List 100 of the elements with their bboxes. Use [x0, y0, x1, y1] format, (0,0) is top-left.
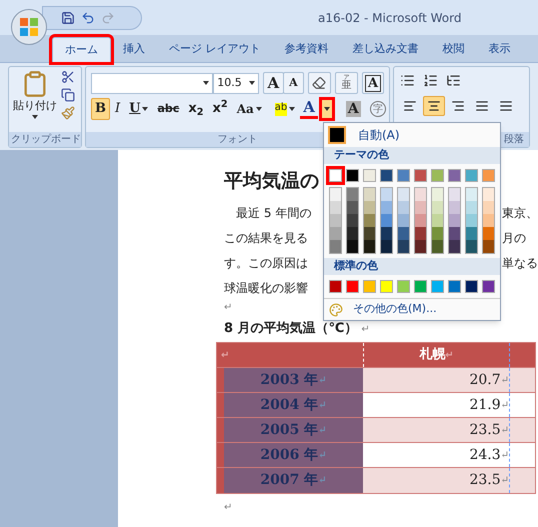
color-swatch[interactable] — [483, 227, 494, 240]
color-swatch[interactable] — [415, 188, 426, 201]
color-swatch[interactable] — [449, 214, 460, 227]
color-swatch[interactable] — [330, 201, 341, 214]
ribbon-tab[interactable]: 校閲 — [430, 37, 476, 62]
color-swatch[interactable] — [398, 188, 409, 201]
ribbon-tab[interactable]: 参考資料 — [272, 37, 340, 62]
undo-icon[interactable] — [81, 10, 95, 24]
paste-button[interactable]: 貼り付け — [9, 67, 61, 132]
clear-formatting-button[interactable] — [308, 72, 331, 94]
ribbon-tab[interactable]: ページ レイアウト — [157, 37, 272, 62]
color-swatch[interactable] — [432, 201, 443, 214]
numbered-list-icon[interactable] — [423, 73, 438, 88]
color-swatch[interactable] — [483, 214, 494, 227]
color-swatch[interactable] — [330, 227, 341, 240]
color-swatch[interactable] — [398, 227, 409, 240]
color-swatch[interactable] — [448, 280, 461, 293]
color-swatch[interactable] — [346, 280, 359, 293]
character-shading-button[interactable]: A — [342, 98, 365, 120]
color-swatch[interactable] — [347, 214, 358, 227]
font-size-field[interactable]: 10.5 — [213, 72, 259, 94]
color-swatch[interactable] — [347, 240, 358, 253]
more-colors-item[interactable]: その他の色(M)... — [324, 298, 500, 320]
color-swatch[interactable] — [347, 227, 358, 240]
color-swatch[interactable] — [483, 240, 494, 253]
color-swatch[interactable] — [363, 169, 376, 182]
color-swatch[interactable] — [381, 240, 392, 253]
color-swatch[interactable] — [398, 201, 409, 214]
color-swatch[interactable] — [415, 240, 426, 253]
color-swatch[interactable] — [363, 280, 376, 293]
color-swatch[interactable] — [466, 201, 477, 214]
save-icon[interactable] — [61, 10, 75, 24]
font-name-field[interactable] — [91, 72, 214, 94]
color-swatch[interactable] — [432, 227, 443, 240]
color-swatch[interactable] — [330, 188, 341, 201]
cut-icon[interactable] — [61, 70, 75, 84]
color-swatch[interactable] — [380, 280, 393, 293]
bold-button[interactable]: B — [91, 98, 110, 120]
copy-icon[interactable] — [61, 88, 75, 102]
superscript-button[interactable]: x$^{2}$ — [208, 98, 232, 120]
color-swatch[interactable] — [415, 214, 426, 227]
color-swatch[interactable] — [329, 280, 342, 293]
color-swatch[interactable] — [466, 240, 477, 253]
color-swatch[interactable] — [449, 188, 460, 201]
color-swatch[interactable] — [347, 201, 358, 214]
color-swatch[interactable] — [432, 214, 443, 227]
color-swatch[interactable] — [449, 240, 460, 253]
subscript-button[interactable]: x$_{2}$ — [184, 98, 208, 120]
color-swatch[interactable] — [482, 169, 495, 182]
color-swatch[interactable] — [448, 169, 461, 182]
ribbon-tab[interactable]: 挿入 — [111, 37, 157, 62]
color-swatch[interactable] — [414, 280, 427, 293]
font-color-button[interactable]: A — [300, 98, 335, 120]
color-swatch[interactable] — [483, 201, 494, 214]
color-swatch[interactable] — [482, 280, 495, 293]
align-button[interactable] — [423, 96, 445, 116]
color-swatch[interactable] — [465, 280, 478, 293]
color-swatch[interactable] — [465, 169, 478, 182]
color-swatch[interactable] — [398, 240, 409, 253]
color-swatch[interactable] — [381, 201, 392, 214]
color-swatch[interactable] — [449, 201, 460, 214]
ribbon-tab[interactable]: 差し込み文書 — [340, 37, 430, 62]
color-swatch[interactable] — [329, 169, 342, 182]
color-swatch[interactable] — [364, 214, 375, 227]
color-swatch[interactable] — [347, 188, 358, 201]
ribbon-tab[interactable]: 表示 — [476, 37, 522, 62]
color-swatch[interactable] — [432, 240, 443, 253]
color-swatch[interactable] — [466, 188, 477, 201]
redo-icon[interactable] — [101, 10, 115, 24]
color-swatch[interactable] — [415, 201, 426, 214]
color-swatch[interactable] — [380, 169, 393, 182]
bullet-list-icon[interactable] — [400, 73, 415, 88]
color-swatch[interactable] — [381, 188, 392, 201]
color-swatch[interactable] — [431, 280, 444, 293]
strikethrough-button[interactable]: abc — [153, 98, 184, 120]
color-swatch[interactable] — [432, 188, 443, 201]
color-swatch[interactable] — [398, 214, 409, 227]
color-swatch[interactable] — [397, 280, 410, 293]
grow-font-button[interactable]: A — [262, 72, 284, 94]
character-border-button[interactable]: A — [362, 72, 384, 94]
shrink-font-button[interactable]: A — [282, 72, 304, 94]
color-swatch[interactable] — [364, 188, 375, 201]
color-swatch[interactable] — [330, 214, 341, 227]
italic-button[interactable]: I — [111, 98, 124, 120]
ribbon-tab[interactable]: ホーム — [52, 37, 111, 62]
enclose-character-button[interactable]: 字 — [366, 98, 390, 120]
color-swatch[interactable] — [330, 240, 341, 253]
font-color-dropdown[interactable] — [318, 97, 335, 121]
multilevel-list-icon[interactable] — [446, 73, 461, 88]
color-swatch[interactable] — [483, 188, 494, 201]
color-swatch[interactable] — [364, 227, 375, 240]
color-swatch[interactable] — [415, 227, 426, 240]
color-swatch[interactable] — [381, 214, 392, 227]
color-swatch[interactable] — [466, 227, 477, 240]
change-case-button[interactable]: Aa — [232, 98, 266, 120]
color-swatch[interactable] — [431, 169, 444, 182]
color-swatch[interactable] — [346, 169, 359, 182]
color-swatch[interactable] — [381, 227, 392, 240]
underline-button[interactable]: U — [125, 98, 152, 120]
color-swatch[interactable] — [364, 240, 375, 253]
